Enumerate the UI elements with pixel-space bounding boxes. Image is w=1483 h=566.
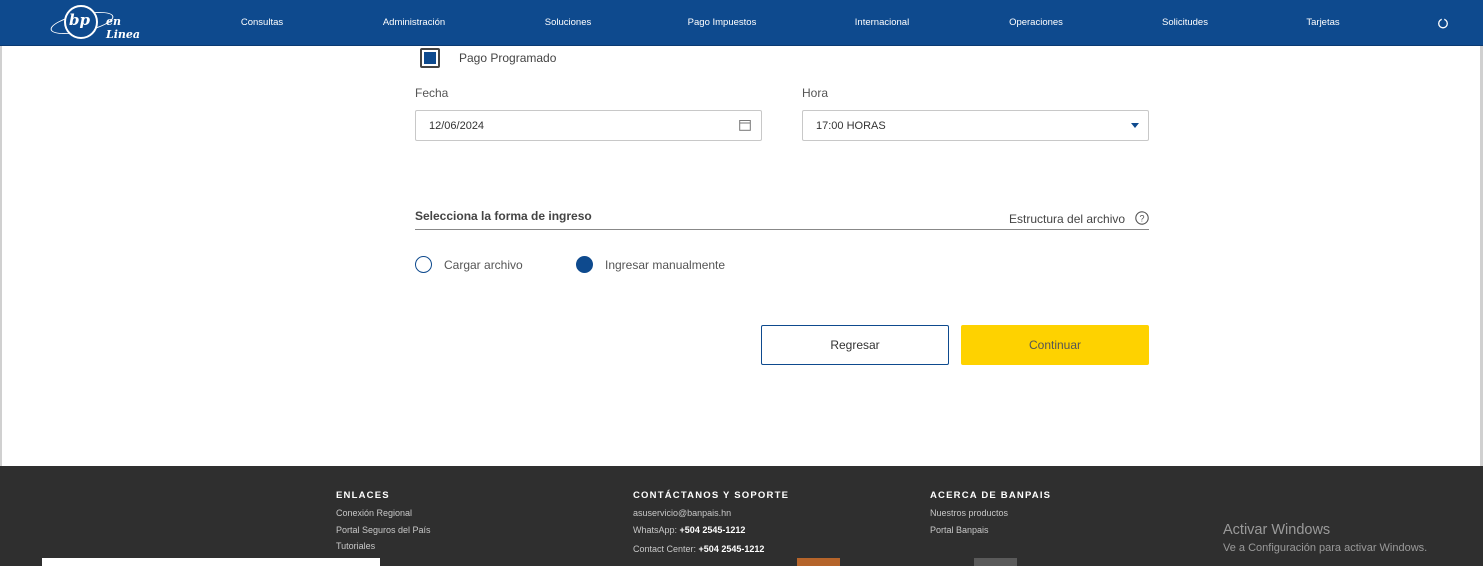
bottom-overlay-bar — [42, 558, 380, 566]
top-navigation-bar: bp en Linea Consultas Administración Sol… — [0, 0, 1483, 46]
scheduled-payment-label: Pago Programado — [459, 51, 557, 65]
entry-section-title: Selecciona la forma de ingreso — [415, 209, 592, 223]
contact-center-number: +504 2545-1212 — [698, 544, 765, 554]
footer-contact-email[interactable]: asuservicio@banpais.hn — [633, 508, 731, 518]
bottom-orange-tile — [797, 558, 840, 566]
windows-activation-title: Activar Windows — [1223, 522, 1331, 538]
page-frame-left — [0, 46, 2, 466]
date-value: 12/06/2024 — [429, 120, 485, 132]
footer-link-portal-banpais[interactable]: Portal Banpais — [930, 525, 989, 535]
contact-center-label: Contact Center: — [633, 544, 697, 554]
footer-link-nuestros-productos[interactable]: Nuestros productos — [930, 508, 1008, 518]
continue-button[interactable]: Continuar — [961, 325, 1149, 365]
windows-activation-subtitle: Ve a Configuración para activar Windows. — [1223, 542, 1428, 554]
radio-ingresar-manualmente[interactable] — [576, 256, 593, 273]
nav-item-consultas[interactable]: Consultas — [241, 17, 283, 28]
footer-whatsapp[interactable]: WhatsApp: +504 2545-1212 — [633, 525, 745, 535]
time-label: Hora — [802, 86, 829, 100]
scheduled-payment-checkbox[interactable] — [420, 48, 440, 68]
footer-link-conexion-regional[interactable]: Conexión Regional — [336, 508, 412, 518]
chevron-down-icon[interactable] — [1131, 123, 1139, 128]
nav-item-tarjetas[interactable]: Tarjetas — [1306, 17, 1339, 28]
footer-about-heading: ACERCA DE BANPAIS — [930, 490, 1052, 501]
calendar-icon[interactable] — [739, 119, 751, 131]
nav-item-administracion[interactable]: Administración — [383, 17, 445, 28]
footer-contact-center[interactable]: Contact Center: +504 2545-1212 — [633, 544, 764, 554]
svg-text:?: ? — [1139, 214, 1144, 224]
footer-link-tutoriales[interactable]: Tutoriales — [336, 541, 375, 551]
help-icon[interactable]: ? — [1135, 211, 1149, 225]
radio-cargar-archivo[interactable] — [415, 256, 432, 273]
whatsapp-number: +504 2545-1212 — [679, 525, 746, 535]
file-structure-link[interactable]: Estructura del archivo — [1009, 212, 1125, 226]
date-input[interactable]: 12/06/2024 — [415, 110, 762, 141]
time-select[interactable]: 17:00 HORAS — [802, 110, 1149, 141]
time-value: 17:00 HORAS — [816, 120, 886, 132]
footer-link-portal-seguros[interactable]: Portal Seguros del País — [336, 525, 431, 535]
nav-item-solicitudes[interactable]: Solicitudes — [1162, 17, 1208, 28]
whatsapp-label: WhatsApp: — [633, 525, 678, 535]
logo-mark: bp — [69, 11, 90, 29]
bp-en-linea-logo[interactable]: bp en Linea — [48, 4, 150, 42]
date-label: Fecha — [415, 86, 449, 100]
nav-item-soluciones[interactable]: Soluciones — [545, 17, 591, 28]
nav-item-operaciones[interactable]: Operaciones — [1009, 17, 1063, 28]
section-divider — [415, 229, 1149, 230]
radio-ingresar-manualmente-label: Ingresar manualmente — [605, 258, 726, 272]
nav-item-internacional[interactable]: Internacional — [855, 17, 909, 28]
nav-item-pago-impuestos[interactable]: Pago Impuestos — [688, 17, 757, 28]
footer-links-heading: ENLACES — [336, 490, 390, 501]
power-icon[interactable] — [1437, 17, 1449, 29]
back-button[interactable]: Regresar — [761, 325, 949, 365]
checkbox-checked-fill — [424, 52, 436, 64]
bottom-gray-tile — [974, 558, 1017, 566]
logo-text: en Linea — [106, 15, 141, 41]
radio-cargar-archivo-label: Cargar archivo — [444, 258, 523, 272]
footer-contact-heading: CONTÁCTANOS Y SOPORTE — [633, 490, 790, 501]
